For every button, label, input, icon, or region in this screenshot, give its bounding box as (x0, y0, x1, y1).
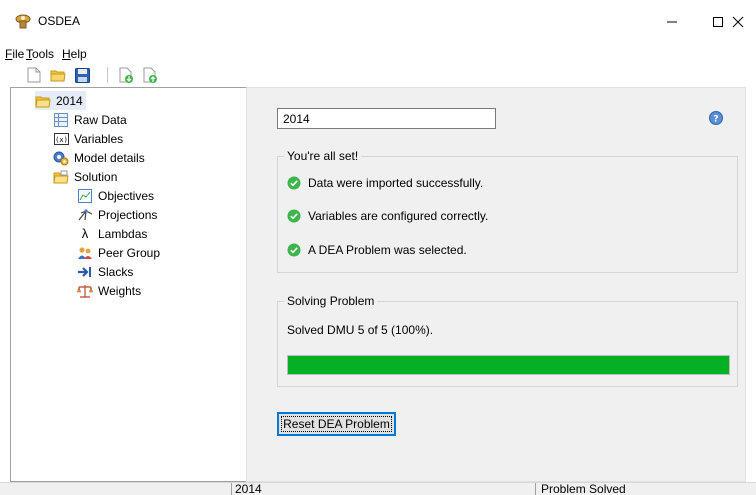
lambda-icon: λ (81, 226, 89, 241)
tree-label: Slacks (98, 264, 134, 279)
tree-item-peer-group[interactable]: Peer Group (77, 243, 160, 262)
minimize-button[interactable] (650, 8, 694, 36)
help-icon[interactable]: ? (708, 110, 724, 126)
reset-dea-problem-button[interactable]: Reset DEA Problem (277, 412, 396, 436)
solving-status: Solved DMU 5 of 5 (100%). (287, 323, 433, 337)
tree-label: Solution (74, 169, 118, 184)
status-left: 2014 (235, 483, 262, 495)
check-text: Data were imported successfully. (308, 176, 484, 190)
status-divider (535, 483, 536, 495)
tree-item-model-details[interactable]: Model details (53, 148, 145, 167)
tree-label: Variables (74, 131, 124, 146)
tree-label: Raw Data (74, 112, 127, 127)
progress-fill (288, 356, 729, 374)
tree-item-objectives[interactable]: Objectives (77, 186, 154, 205)
problem-panel: ? You're all set! Data were imported suc… (246, 87, 746, 482)
import-icon[interactable] (117, 65, 135, 85)
check-row-variables: Variables are configured correctly. (287, 209, 488, 223)
new-file-icon[interactable] (25, 65, 43, 85)
gears-icon (53, 150, 69, 166)
users-icon (77, 245, 93, 261)
tree-label: Model details (74, 150, 145, 165)
problem-title-input[interactable] (277, 108, 496, 129)
solving-group: Solving Problem Solved DMU 5 of 5 (100%)… (277, 294, 738, 387)
chart-icon (77, 188, 93, 204)
app-logo-icon (14, 13, 32, 29)
check-row-data: Data were imported successfully. (287, 176, 483, 190)
tree-item-projections[interactable]: Projections (77, 205, 157, 224)
menu-file[interactable]: File (5, 47, 24, 61)
folder-open-icon (53, 169, 69, 185)
menu-help[interactable]: Help (62, 47, 87, 61)
solving-status-text: Solved DMU 5 of 5 (100%). (287, 323, 434, 337)
open-folder-icon (35, 93, 51, 109)
status-divider (231, 483, 232, 495)
progress-bar (287, 355, 730, 375)
tree-item-weights[interactable]: Weights (77, 281, 141, 300)
window-title: OSDEA (38, 14, 81, 28)
tree-item-lambdas[interactable]: λ Lambdas (77, 224, 148, 243)
tree-item-variables[interactable]: (x) Variables (53, 129, 123, 148)
tree-item-root[interactable]: 2014 (35, 91, 86, 110)
toolbar-separator (107, 67, 108, 83)
projection-icon (77, 207, 93, 223)
scale-icon (77, 283, 93, 299)
status-right: Problem Solved (541, 483, 626, 495)
check-text: A DEA Problem was selected. (308, 243, 467, 257)
check-circle-icon (287, 209, 301, 223)
status-bar: 2014 Problem Solved (0, 482, 756, 495)
svg-text:?: ? (713, 115, 718, 125)
title-bar: OSDEA (0, 0, 756, 40)
spreadsheet-icon (53, 112, 69, 128)
tree-label: Peer Group (98, 245, 161, 260)
close-button[interactable] (716, 8, 756, 36)
tree-label: Objectives (98, 188, 155, 203)
save-icon[interactable] (73, 65, 91, 85)
svg-text:(x): (x) (55, 136, 68, 144)
tree-label: Projections (98, 207, 158, 222)
check-row-problem: A DEA Problem was selected. (287, 243, 467, 257)
open-folder-icon[interactable] (49, 65, 67, 85)
solving-legend: Solving Problem (284, 294, 378, 308)
tree-item-raw-data[interactable]: Raw Data (53, 110, 127, 129)
tree-root-label: 2014 (56, 93, 83, 108)
tree-label: Lambdas (98, 226, 148, 241)
export-icon[interactable] (141, 65, 159, 85)
variables-icon: (x) (53, 131, 69, 147)
toolbar (0, 64, 756, 86)
all-set-legend: You're all set! (284, 149, 362, 163)
tree-item-slacks[interactable]: Slacks (77, 262, 133, 281)
tree-item-solution[interactable]: Solution (53, 167, 117, 186)
check-circle-icon (287, 176, 301, 190)
tree-label: Weights (98, 283, 142, 298)
check-text: Variables are configured correctly. (308, 209, 489, 223)
check-circle-icon (287, 243, 301, 257)
all-set-group: You're all set! Data were imported succe… (277, 149, 738, 273)
arrow-right-bar-icon (77, 264, 93, 280)
menu-bar: File Tools Help (0, 44, 756, 62)
project-tree[interactable]: 2014 Raw Data (x) Variables Model detail… (10, 87, 248, 482)
menu-tools[interactable]: Tools (26, 47, 54, 61)
